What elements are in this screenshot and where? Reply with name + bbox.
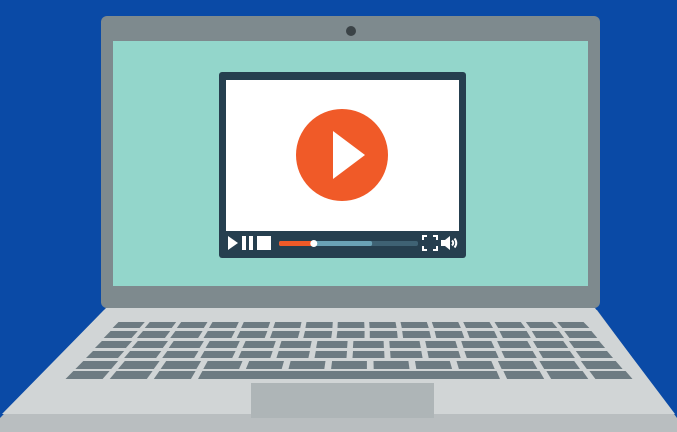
keyboard-key[interactable] (494, 322, 526, 328)
keyboard-key[interactable] (316, 341, 348, 348)
spacebar-key[interactable] (198, 371, 500, 379)
keyboard-key[interactable] (160, 361, 202, 369)
keyboard-key[interactable] (464, 351, 499, 358)
video-player (219, 72, 466, 258)
keyboard-key[interactable] (369, 331, 398, 338)
keyboard-key[interactable] (568, 341, 606, 348)
keyboard-key[interactable] (533, 341, 569, 348)
keyboard-key[interactable] (525, 322, 558, 328)
keyboard-key[interactable] (425, 341, 458, 348)
keyboard-key[interactable] (124, 351, 162, 358)
keyboard-key[interactable] (203, 331, 236, 338)
keyboard-key[interactable] (427, 351, 461, 358)
keyboard-key[interactable] (501, 351, 537, 358)
keyboard-key[interactable] (236, 331, 268, 338)
keyboard-key[interactable] (209, 322, 239, 328)
keyboard-key[interactable] (499, 331, 531, 338)
keyboard-key[interactable] (352, 341, 384, 348)
keyboard-key[interactable] (390, 351, 423, 358)
keyboard-key[interactable] (331, 361, 367, 369)
keyboard-key[interactable] (415, 361, 453, 369)
keyboard-key[interactable] (144, 322, 177, 328)
laptop-illustration (0, 0, 677, 432)
keyboard-key[interactable] (434, 331, 465, 338)
keyboard-key[interactable] (352, 351, 385, 358)
keyboard-key[interactable] (238, 351, 273, 358)
keyboard-key[interactable] (463, 322, 493, 328)
keyboard-key[interactable] (176, 322, 208, 328)
keyboard-key[interactable] (200, 351, 236, 358)
keyboard-key[interactable] (497, 341, 532, 348)
keyboard-key[interactable] (431, 322, 461, 328)
keyboard-key[interactable] (270, 331, 300, 338)
keyboard-key[interactable] (242, 341, 276, 348)
laptop-base (0, 308, 677, 432)
keyboard-key[interactable] (538, 351, 575, 358)
keyboard-key[interactable] (456, 361, 495, 369)
progress-played (279, 241, 314, 246)
keyboard-key[interactable] (109, 371, 153, 379)
keyboard-key[interactable] (153, 371, 196, 379)
keyboard-key[interactable] (336, 331, 365, 338)
keyboard-key[interactable] (400, 322, 429, 328)
touchpad[interactable] (251, 383, 434, 418)
keyboard-key[interactable] (589, 371, 633, 379)
webcam-icon (346, 26, 356, 36)
keyboard-key[interactable] (314, 351, 348, 358)
keyboard-key[interactable] (170, 331, 203, 338)
progress-handle[interactable] (310, 240, 318, 247)
keyboard-key[interactable] (369, 322, 397, 328)
keyboard-key[interactable] (305, 322, 333, 328)
keyboard-key[interactable] (539, 361, 580, 369)
keyboard-key[interactable] (389, 341, 421, 348)
keyboard-key[interactable] (276, 351, 310, 358)
keyboard-key[interactable] (467, 331, 498, 338)
keyboard-key[interactable] (162, 351, 199, 358)
keyboard-key[interactable] (580, 361, 623, 369)
keyboard-key[interactable] (373, 361, 410, 369)
keyboard-key[interactable] (337, 322, 365, 328)
keyboard-key[interactable] (575, 351, 613, 358)
keyboard-key[interactable] (288, 361, 326, 369)
keyboard-key[interactable] (118, 361, 160, 369)
keyboard-key[interactable] (203, 361, 243, 369)
keyboard-key[interactable] (131, 341, 168, 348)
keyboard-key[interactable] (303, 331, 333, 338)
keyboard-key[interactable] (273, 322, 302, 328)
keyboard-key[interactable] (279, 341, 312, 348)
keyboard-key[interactable] (531, 331, 565, 338)
keyboard-key[interactable] (245, 361, 284, 369)
keyboard-key[interactable] (205, 341, 240, 348)
big-play-button[interactable] (296, 109, 388, 201)
keyboard-key[interactable] (241, 322, 271, 328)
stop-icon[interactable] (257, 236, 271, 250)
keyboard-key[interactable] (503, 371, 545, 379)
keyboard-key[interactable] (497, 361, 538, 369)
keyboard-key[interactable] (546, 371, 589, 379)
keyboard-key[interactable] (461, 341, 495, 348)
progress-bar[interactable] (279, 240, 418, 247)
keyboard-key[interactable] (168, 341, 204, 348)
keyboard-key[interactable] (402, 331, 431, 338)
